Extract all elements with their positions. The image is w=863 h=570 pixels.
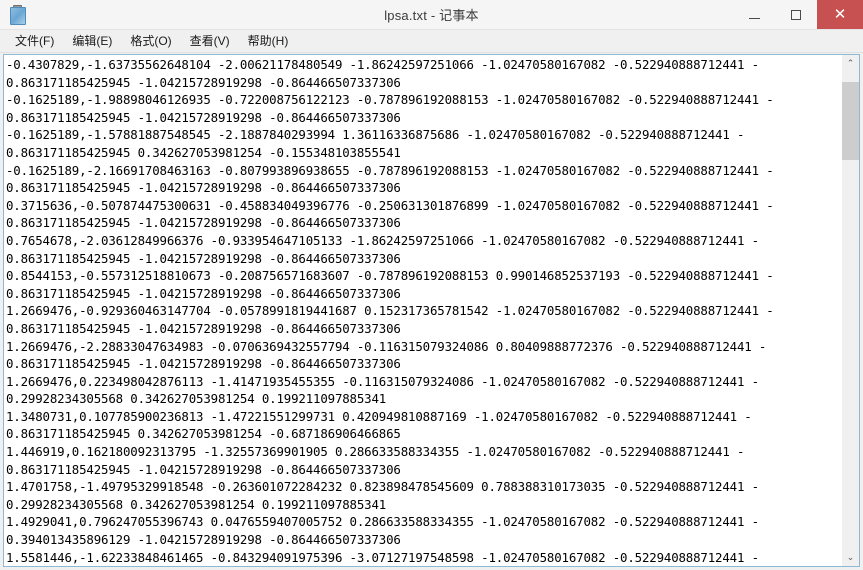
menu-format[interactable]: 格式(O) <box>121 30 180 52</box>
text-line: 1.4929041,0.796247055396743 0.0476559407… <box>6 514 759 530</box>
scroll-down-button[interactable]: ⌄ <box>842 549 859 567</box>
text-line: 0.863171185425945 -1.04215728919298 -0.8… <box>6 109 401 125</box>
text-line: 1.3480731,0.107785900236813 -1.472215512… <box>6 408 752 424</box>
text-line: 1.2669476,-0.929360463147704 -0.05789918… <box>6 303 774 319</box>
text-line: 0.863171185425945 -1.04215728919298 -0.8… <box>6 320 401 336</box>
menu-help[interactable]: 帮助(H) <box>239 30 298 52</box>
window-controls: ✕ <box>733 0 863 29</box>
text-line: 0.29928234305568 0.342627053981254 0.199… <box>6 496 387 512</box>
text-line: 0.863171185425945 -1.04215728919298 -0.8… <box>6 285 401 301</box>
notepad-icon <box>8 4 28 25</box>
text-line: -0.1625189,-2.16691708463163 -0.80799389… <box>6 162 774 178</box>
minimize-icon <box>748 17 760 19</box>
text-line: 1.4701758,-1.49795329918548 -0.263601072… <box>6 479 759 495</box>
text-line: 0.7654678,-2.03612849966376 -0.933954647… <box>6 232 759 248</box>
text-line: 0.863171185425945 -1.04215728919298 -0.8… <box>6 250 401 266</box>
editor-frame: -0.4307829,-1.63735562648104 -2.00621178… <box>3 54 860 568</box>
text-line: 1.5581446,-1.62233848461465 -0.843294091… <box>6 549 759 565</box>
text-line: 0.863171185425945 -1.04215728919298 -0.8… <box>6 74 401 90</box>
notepad-window: lpsa.txt - 记事本 ✕ 文件(F) 编辑(E) 格式(O) 查看(V)… <box>0 0 863 570</box>
text-line: 1.446919,0.162180092313795 -1.3255736990… <box>6 444 745 460</box>
text-line: 0.8544153,-0.557312518810673 -0.20875657… <box>6 268 774 284</box>
vertical-scrollbar[interactable]: ⌃ ⌄ <box>841 55 859 567</box>
text-line: 0.863171185425945 -1.04215728919298 -0.8… <box>6 461 401 477</box>
maximize-icon <box>791 9 801 20</box>
text-line: 0.3715636,-0.507874475300631 -0.45883404… <box>6 197 774 213</box>
text-line: -0.1625189,-1.57881887548545 -2.18878402… <box>6 127 745 143</box>
text-line: 0.394013435896129 -1.04215728919298 -0.8… <box>6 532 401 548</box>
text-line: 0.863171185425945 -1.04215728919298 -0.8… <box>6 356 401 372</box>
text-line: 1.2669476,0.223498042876113 -1.414719354… <box>6 373 759 389</box>
scroll-up-button[interactable]: ⌃ <box>842 55 859 72</box>
minimize-button[interactable] <box>733 0 775 29</box>
menu-view[interactable]: 查看(V) <box>181 30 239 52</box>
editor-area: -0.4307829,-1.63735562648104 -2.00621178… <box>0 53 863 570</box>
text-line: 1.2669476,-2.28833047634983 -0.070636943… <box>6 338 767 354</box>
title-bar[interactable]: lpsa.txt - 记事本 ✕ <box>0 0 863 30</box>
maximize-button[interactable] <box>775 0 817 29</box>
text-line: 0.863171185425945 0.342627053981254 -0.6… <box>6 426 401 442</box>
text-line: 0.863171185425945 -1.04215728919298 -0.8… <box>6 215 401 231</box>
scrollbar-thumb[interactable] <box>842 82 859 160</box>
menu-file[interactable]: 文件(F) <box>6 30 63 52</box>
text-line: 0.863171185425945 -1.04215728919298 -0.8… <box>6 180 401 196</box>
close-button[interactable]: ✕ <box>817 0 863 29</box>
text-editor[interactable]: -0.4307829,-1.63735562648104 -2.00621178… <box>4 55 841 567</box>
menu-bar: 文件(F) 编辑(E) 格式(O) 查看(V) 帮助(H) <box>0 30 863 53</box>
scrollbar-track[interactable] <box>842 72 859 550</box>
menu-edit[interactable]: 编辑(E) <box>63 30 121 52</box>
text-line: -0.4307829,-1.63735562648104 -2.00621178… <box>6 57 759 72</box>
text-line: -0.1625189,-1.98898046126935 -0.72200875… <box>6 92 774 108</box>
text-line: 0.29928234305568 0.342627053981254 0.199… <box>6 391 387 407</box>
text-line: 0.863171185425945 0.342627053981254 -0.1… <box>6 144 401 160</box>
